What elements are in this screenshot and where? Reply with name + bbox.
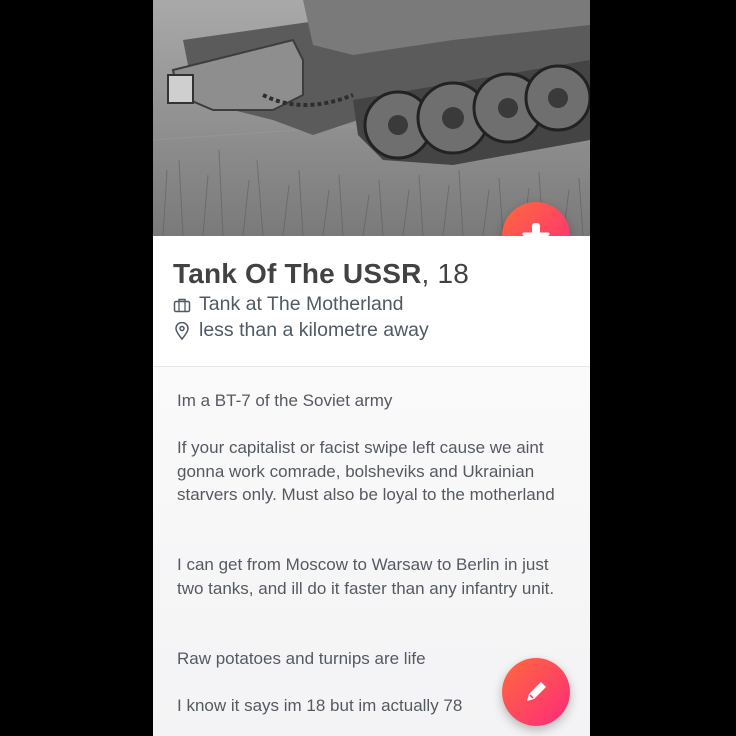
distance-text: less than a kilometre away xyxy=(199,319,429,341)
profile-age: , 18 xyxy=(421,258,470,289)
briefcase-icon xyxy=(173,296,191,314)
bio-paragraph: If your capitalist or facist swipe left … xyxy=(177,438,555,504)
bio-paragraph: Im a BT-7 of the Soviet army xyxy=(177,391,393,410)
profile-card: Tank Of The USSR, 18 Tank at The Motherl… xyxy=(153,0,590,736)
edit-profile-button[interactable] xyxy=(502,658,570,726)
distance-row: less than a kilometre away xyxy=(173,319,429,342)
bio-paragraph: I can get from Moscow to Warsaw to Berli… xyxy=(177,555,555,598)
profile-photo[interactable] xyxy=(153,0,590,236)
profile-header: Tank Of The USSR, 18 Tank at The Motherl… xyxy=(153,236,590,367)
job-row: Tank at The Motherland xyxy=(173,293,404,316)
profile-name: Tank Of The USSR xyxy=(173,258,422,289)
profile-name-age: Tank Of The USSR, 18 xyxy=(173,258,469,290)
location-pin-icon xyxy=(173,321,191,340)
pencil-icon xyxy=(527,682,546,701)
job-text: Tank at The Motherland xyxy=(199,293,404,315)
tank-photo xyxy=(153,0,590,236)
bio-paragraph: Raw potatoes and turnips are life xyxy=(177,649,426,668)
